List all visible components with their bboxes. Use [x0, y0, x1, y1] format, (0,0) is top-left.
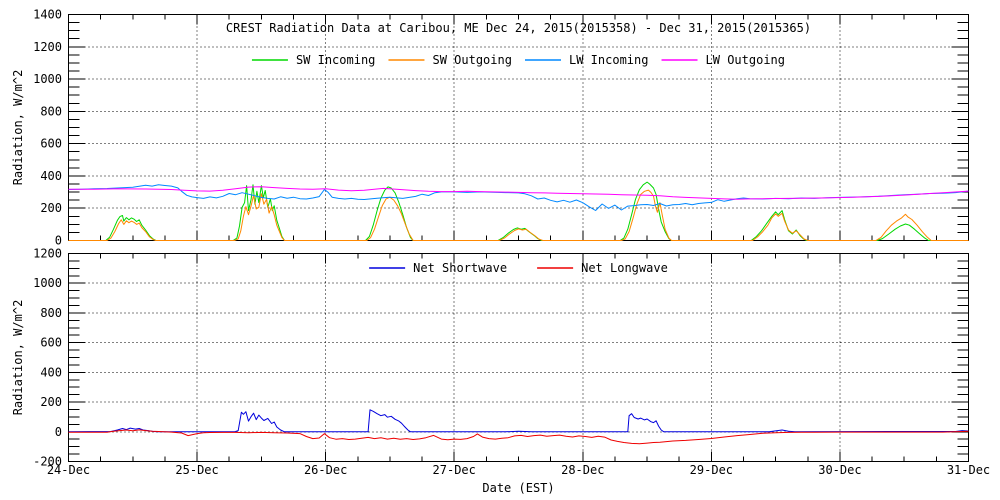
legend-label-sw-incoming: SW Incoming: [296, 53, 375, 67]
y-tick-label: 400: [40, 169, 62, 183]
y-tick-label: 400: [40, 365, 62, 379]
plot-frame: [68, 253, 969, 462]
x-tick-label: 25-Dec: [175, 463, 218, 477]
x-tick-labels: 24-Dec 25-Dec 26-Dec 27-Dec 28-Dec 29-Dec 30-D…: [47, 463, 990, 477]
legend-item-lw-incoming: LW Incoming: [525, 53, 648, 67]
legend-item-net-longwave: Net Longwave: [537, 261, 668, 275]
y-tick-label: 200: [40, 395, 62, 409]
legend-label-lw-incoming: LW Incoming: [569, 53, 648, 67]
x-tick-label: 29-Dec: [690, 463, 733, 477]
y-tick-label: 1200: [33, 247, 62, 261]
plot-frame: [68, 14, 969, 241]
x-tick-label: 27-Dec: [433, 463, 476, 477]
radiation-chart-figure: 0 200 400 600 800 1000 1200 1400 Radiation, W/m^…: [0, 0, 1000, 500]
y-tick-labels-net-radiation: -200020040060080010001200: [33, 247, 62, 469]
series-line-net-shortwave: [68, 409, 969, 433]
y-tick-label: 600: [40, 137, 62, 151]
x-axis-title: Date (EST): [482, 481, 554, 495]
legend-label-lw-outgoing: LW Outgoing: [706, 53, 785, 67]
legend-item-lw-outgoing: LW Outgoing: [661, 53, 785, 67]
legend-label-sw-outgoing: SW Outgoing: [432, 53, 511, 67]
y-tick-label: 1400: [33, 8, 62, 22]
x-tick-label: 30-Dec: [818, 463, 861, 477]
series-group-radiation-components: [68, 181, 969, 241]
y-axis-title: Radiation, W/m^2: [11, 300, 25, 416]
y-tick-labels-radiation-components: 0 200 400 600 800 1000 1200 1400: [33, 8, 62, 248]
y-tick-label: 1000: [33, 72, 62, 86]
y-tick-label: 1000: [33, 276, 62, 290]
x-tick-label: 31-Dec: [947, 463, 990, 477]
y-tick-label: 800: [40, 306, 62, 320]
y-tick-label: 1200: [33, 40, 62, 54]
gridlines-radiation-components: [68, 14, 969, 241]
legend-item-sw-incoming: SW Incoming: [251, 53, 375, 67]
y-tick-label: 0: [55, 234, 62, 248]
radiation-chart-svg: 0 200 400 600 800 1000 1200 1400 Radiation, W/m^…: [11, 8, 990, 496]
y-tick-label: 0: [55, 425, 62, 439]
y-tick-label: 600: [40, 336, 62, 350]
y-axis-title: Radiation, W/m^2: [11, 70, 25, 186]
legend-radiation-components: SW Incoming SW Outgoing LW Incoming LW Outg…: [251, 53, 785, 67]
panel-net-radiation: -200020040060080010001200Radiation, W/m^…: [11, 247, 969, 469]
y-tick-label: 800: [40, 104, 62, 118]
x-tick-label: 28-Dec: [561, 463, 604, 477]
legend-label-net-longwave: Net Longwave: [581, 261, 668, 275]
legend-label-net-shortwave: Net Shortwave: [413, 261, 507, 275]
x-tick-label: 26-Dec: [304, 463, 347, 477]
legend-net-radiation: Net Shortwave Net Longwave: [369, 261, 668, 275]
ticks-net-radiation: [68, 253, 969, 462]
legend-item-net-shortwave: Net Shortwave: [369, 261, 507, 275]
x-tick-label: 24-Dec: [47, 463, 90, 477]
series-group-net-radiation: [68, 409, 969, 445]
ticks-radiation-components: [68, 14, 969, 241]
gridlines-net-radiation: [68, 253, 969, 462]
y-tick-label: 200: [40, 201, 62, 215]
chart-title: CREST Radiation Data at Caribou, ME Dec …: [226, 21, 811, 35]
legend-item-sw-outgoing: SW Outgoing: [388, 53, 512, 67]
panel-radiation-components: 0 200 400 600 800 1000 1200 1400 Radiation, W/m^…: [11, 8, 969, 248]
